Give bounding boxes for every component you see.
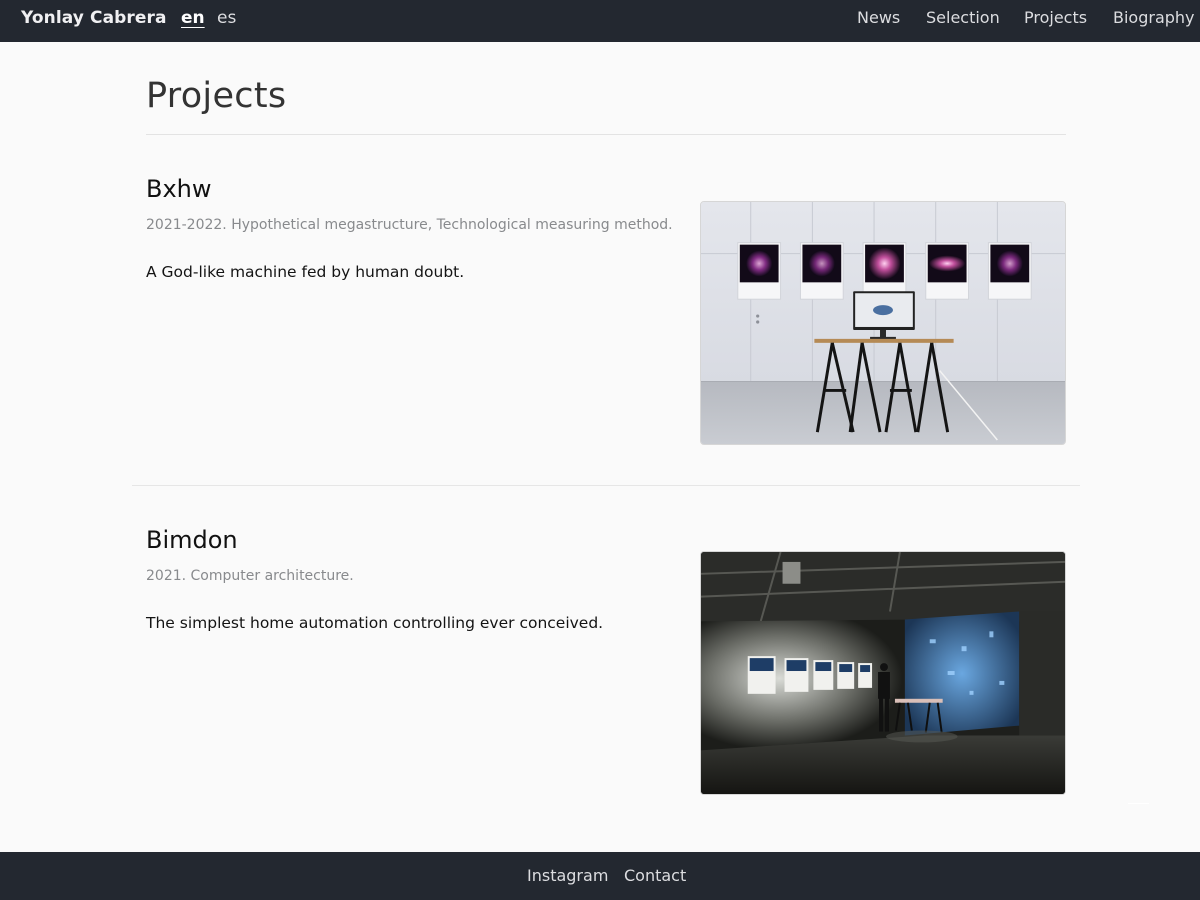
brand-link[interactable]: Yonlay Cabrera [21,8,167,28]
project-image-link[interactable] [700,201,1066,445]
project-title-link[interactable]: Bxhw [146,175,212,203]
nav-news-link[interactable]: News [857,8,900,27]
project-image-link[interactable] [700,551,1066,795]
decorative-mark [1128,803,1149,804]
project-meta: 2021-2022. Hypothetical megastructure, T… [146,217,673,233]
project-title-link[interactable]: Bimdon [146,526,238,554]
section-divider [132,485,1080,486]
footer: Instagram Contact [0,852,1200,900]
language-es-link[interactable]: es [217,8,236,28]
project-photo-dark-gallery [701,552,1065,794]
top-navbar: Yonlay Cabrera en es News Selection Proj… [0,0,1200,42]
nav-biography-link[interactable]: Biography [1113,8,1195,27]
nav-selection-link[interactable]: Selection [926,8,1000,27]
page-title: Projects [146,76,287,116]
footer-contact-link[interactable]: Contact [624,866,686,885]
language-en-link[interactable]: en [181,8,205,28]
nav-projects-link[interactable]: Projects [1024,8,1087,27]
title-divider [146,134,1066,135]
project-meta: 2021. Computer architecture. [146,568,354,584]
project-photo-gallery-monitor [701,202,1065,444]
project-description: A God-like machine fed by human doubt. [146,263,465,281]
project-description: The simplest home automation controlling… [146,614,604,632]
footer-instagram-link[interactable]: Instagram [527,866,608,885]
